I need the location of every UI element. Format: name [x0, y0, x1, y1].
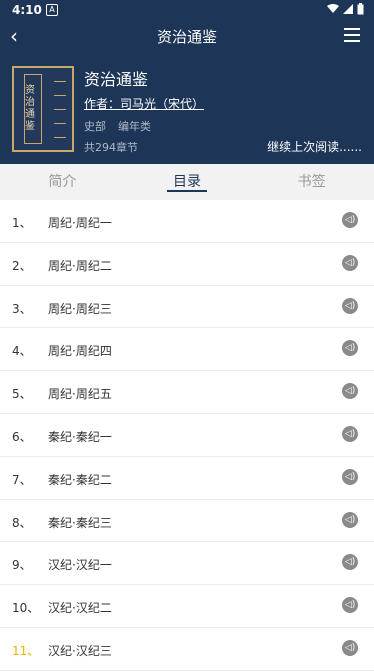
- chapter-number: 6、: [12, 429, 32, 444]
- tab-contents[interactable]: 目录: [125, 164, 250, 200]
- chapter-name: 周纪·周纪三: [48, 301, 112, 316]
- speaker-icon[interactable]: ◁): [342, 639, 358, 656]
- tab-intro[interactable]: 简介: [0, 164, 125, 200]
- chapter-row[interactable]: 6、 秦纪·秦纪一 ◁): [0, 414, 374, 457]
- chapter-number: 11、: [12, 643, 40, 658]
- chapter-row[interactable]: 9、 汉纪·汉纪一 ◁): [0, 542, 374, 586]
- book-category: 史部: [84, 120, 106, 133]
- app-toolbar: ‹ 资治通鉴: [0, 20, 374, 52]
- book-subcategory: 编年类: [118, 120, 151, 133]
- book-cover[interactable]: 资治通鉴: [12, 66, 74, 152]
- status-time: 4:10: [12, 3, 42, 17]
- chapter-number: 3、: [12, 301, 32, 316]
- chapter-number: 7、: [12, 472, 32, 487]
- chapter-name: 周纪·周纪四: [48, 344, 112, 359]
- chapter-number: 8、: [12, 515, 32, 530]
- notification-icon: A: [46, 4, 58, 16]
- signal-icon: [343, 4, 353, 14]
- system-icons: [327, 3, 364, 15]
- chapter-row[interactable]: 10、 汉纪·汉纪二 ◁): [0, 585, 374, 628]
- wifi-icon: [327, 4, 339, 13]
- chapter-number: 5、: [12, 387, 32, 402]
- battery-icon: [357, 3, 364, 15]
- chapter-number: 2、: [12, 258, 32, 273]
- status-bar: 4:10 A: [0, 0, 374, 20]
- chapter-name: 秦纪·秦纪二: [48, 472, 112, 487]
- chapter-list: 1、 周纪·周纪一 ◁) 2、 周纪·周纪二 ◁) 3、 周纪·周纪三 ◁) 4…: [0, 200, 374, 671]
- speaker-icon[interactable]: ◁): [342, 511, 358, 528]
- chapter-row[interactable]: 3、 周纪·周纪三 ◁): [0, 286, 374, 329]
- book-title: 资治通鉴: [84, 70, 149, 89]
- chapter-name: 汉纪·汉纪二: [48, 601, 112, 616]
- tab-bookmarks[interactable]: 书签: [249, 164, 374, 200]
- speaker-icon[interactable]: ◁): [342, 212, 358, 228]
- chapter-count: 共294章节: [84, 141, 138, 154]
- book-meta: 史部 编年类: [84, 118, 151, 134]
- speaker-icon[interactable]: ◁): [342, 340, 358, 357]
- page-title: 资治通鉴: [156, 28, 217, 46]
- speaker-icon[interactable]: ◁): [342, 597, 358, 614]
- chapter-name: 秦纪·秦纪一: [48, 429, 112, 444]
- chapter-name: 汉纪·汉纪一: [48, 558, 112, 573]
- menu-icon[interactable]: [344, 28, 360, 42]
- speaker-icon[interactable]: ◁): [342, 254, 358, 271]
- speaker-icon[interactable]: ◁): [342, 297, 358, 314]
- chapter-row[interactable]: 2、 周纪·周纪二 ◁): [0, 243, 374, 286]
- chapter-name: 周纪·周纪二: [48, 258, 112, 273]
- chapter-row[interactable]: 7、 秦纪·秦纪二 ◁): [0, 457, 374, 500]
- chapter-number: 10、: [12, 601, 40, 616]
- chapter-name: 周纪·周纪五: [48, 387, 112, 402]
- speaker-icon[interactable]: ◁): [342, 554, 358, 571]
- chapter-row[interactable]: 1、 周纪·周纪一 ◁): [0, 200, 374, 243]
- book-header: 资治通鉴 资治通鉴 作者：司马光（宋代） 史部 编年类 共294章节 继续上次阅…: [0, 52, 374, 164]
- chapter-row[interactable]: 8、 秦纪·秦纪三 ◁): [0, 500, 374, 543]
- chapter-row[interactable]: 5、 周纪·周纪五 ◁): [0, 371, 374, 414]
- chapter-name: 汉纪·汉纪三: [48, 643, 112, 658]
- cover-binding-lines: [54, 68, 66, 150]
- chapter-name: 秦纪·秦纪三: [48, 515, 112, 530]
- chapter-number: 4、: [12, 344, 32, 359]
- book-author-link[interactable]: 作者：司马光（宋代）: [84, 95, 204, 112]
- chapter-number: 1、: [12, 216, 32, 230]
- tab-bar: 简介 目录 书签: [0, 164, 374, 200]
- speaker-icon[interactable]: ◁): [342, 383, 358, 400]
- cover-title: 资治通鉴: [24, 74, 42, 144]
- chapter-number: 9、: [12, 558, 32, 573]
- continue-reading-button[interactable]: 继续上次阅读......: [267, 138, 362, 155]
- chapter-row-current[interactable]: 11、 汉纪·汉纪三 ◁): [0, 628, 374, 671]
- chapter-name: 周纪·周纪一: [48, 216, 112, 230]
- speaker-icon[interactable]: ◁): [342, 468, 358, 485]
- speaker-icon[interactable]: ◁): [342, 425, 358, 442]
- chapter-row[interactable]: 4、 周纪·周纪四 ◁): [0, 328, 374, 372]
